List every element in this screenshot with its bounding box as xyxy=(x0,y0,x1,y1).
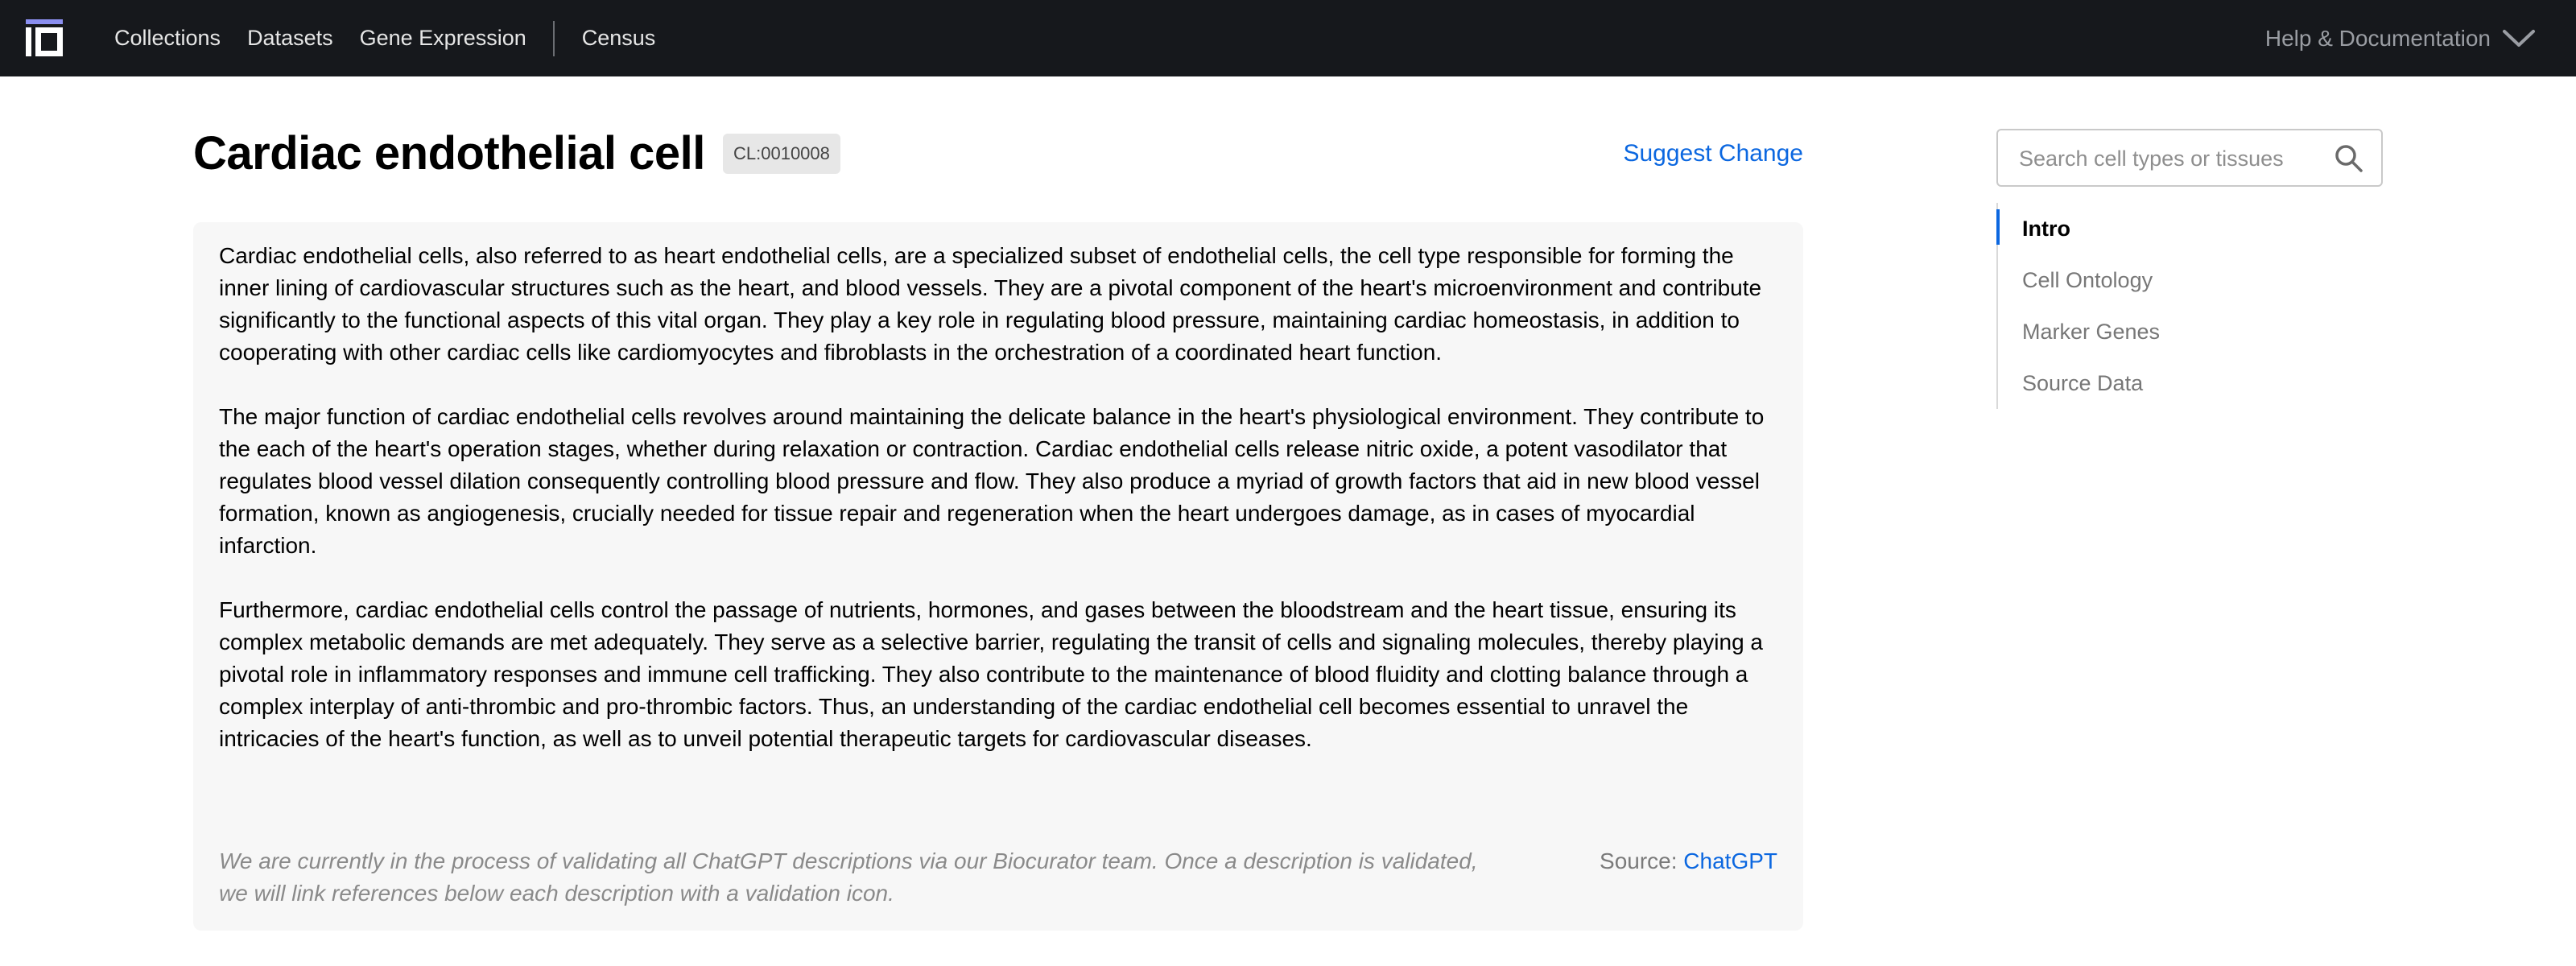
source-attribution: Source: ChatGPT xyxy=(1600,845,1777,877)
toc-item-cell-ontology[interactable]: Cell Ontology xyxy=(1998,254,2320,306)
nav-item-census[interactable]: Census xyxy=(582,26,656,51)
validation-disclaimer: We are currently in the process of valid… xyxy=(219,848,1478,906)
chevron-down-icon xyxy=(2503,29,2535,47)
logo-icon[interactable] xyxy=(26,19,63,56)
top-navigation-bar: Collections Datasets Gene Expression Cen… xyxy=(0,0,2576,76)
nav-divider xyxy=(552,20,555,56)
ontology-id-badge[interactable]: CL:0010008 xyxy=(723,134,840,174)
table-of-contents: Intro Cell Ontology Marker Genes Source … xyxy=(1996,203,2320,409)
description-paragraph: The major function of cardiac endothelia… xyxy=(219,404,1765,558)
help-documentation-menu[interactable]: Help & Documentation xyxy=(2265,0,2536,76)
toc-item-marker-genes[interactable]: Marker Genes xyxy=(1998,306,2320,357)
nav-item-gene-expression[interactable]: Gene Expression xyxy=(360,26,526,51)
toc-item-intro[interactable]: Intro xyxy=(1996,203,2320,254)
help-documentation-label: Help & Documentation xyxy=(2264,25,2491,51)
description-paragraph: Cardiac endothelial cells, also referred… xyxy=(219,243,1762,365)
search-icon[interactable] xyxy=(2334,144,2363,173)
nav-item-collections[interactable]: Collections xyxy=(114,26,221,51)
suggest-change-link[interactable]: Suggest Change xyxy=(1623,134,1803,174)
source-link-chatgpt[interactable]: ChatGPT xyxy=(1683,848,1777,873)
source-label: Source: xyxy=(1600,848,1678,873)
description-paragraph: Furthermore, cardiac endothelial cells c… xyxy=(219,597,1763,751)
toc-item-source-data[interactable]: Source Data xyxy=(1998,357,2320,409)
description-card: Cardiac endothelial cells, also referred… xyxy=(193,222,1803,931)
page-title: Cardiac endothelial cell xyxy=(193,127,705,180)
title-row: Cardiac endothelial cell CL:0010008 Sugg… xyxy=(193,126,1803,182)
main-nav: Collections Datasets Gene Expression Cen… xyxy=(114,0,682,76)
search-input[interactable] xyxy=(2017,130,2326,187)
cell-type-search xyxy=(1996,129,2383,187)
nav-item-datasets[interactable]: Datasets xyxy=(247,26,333,51)
